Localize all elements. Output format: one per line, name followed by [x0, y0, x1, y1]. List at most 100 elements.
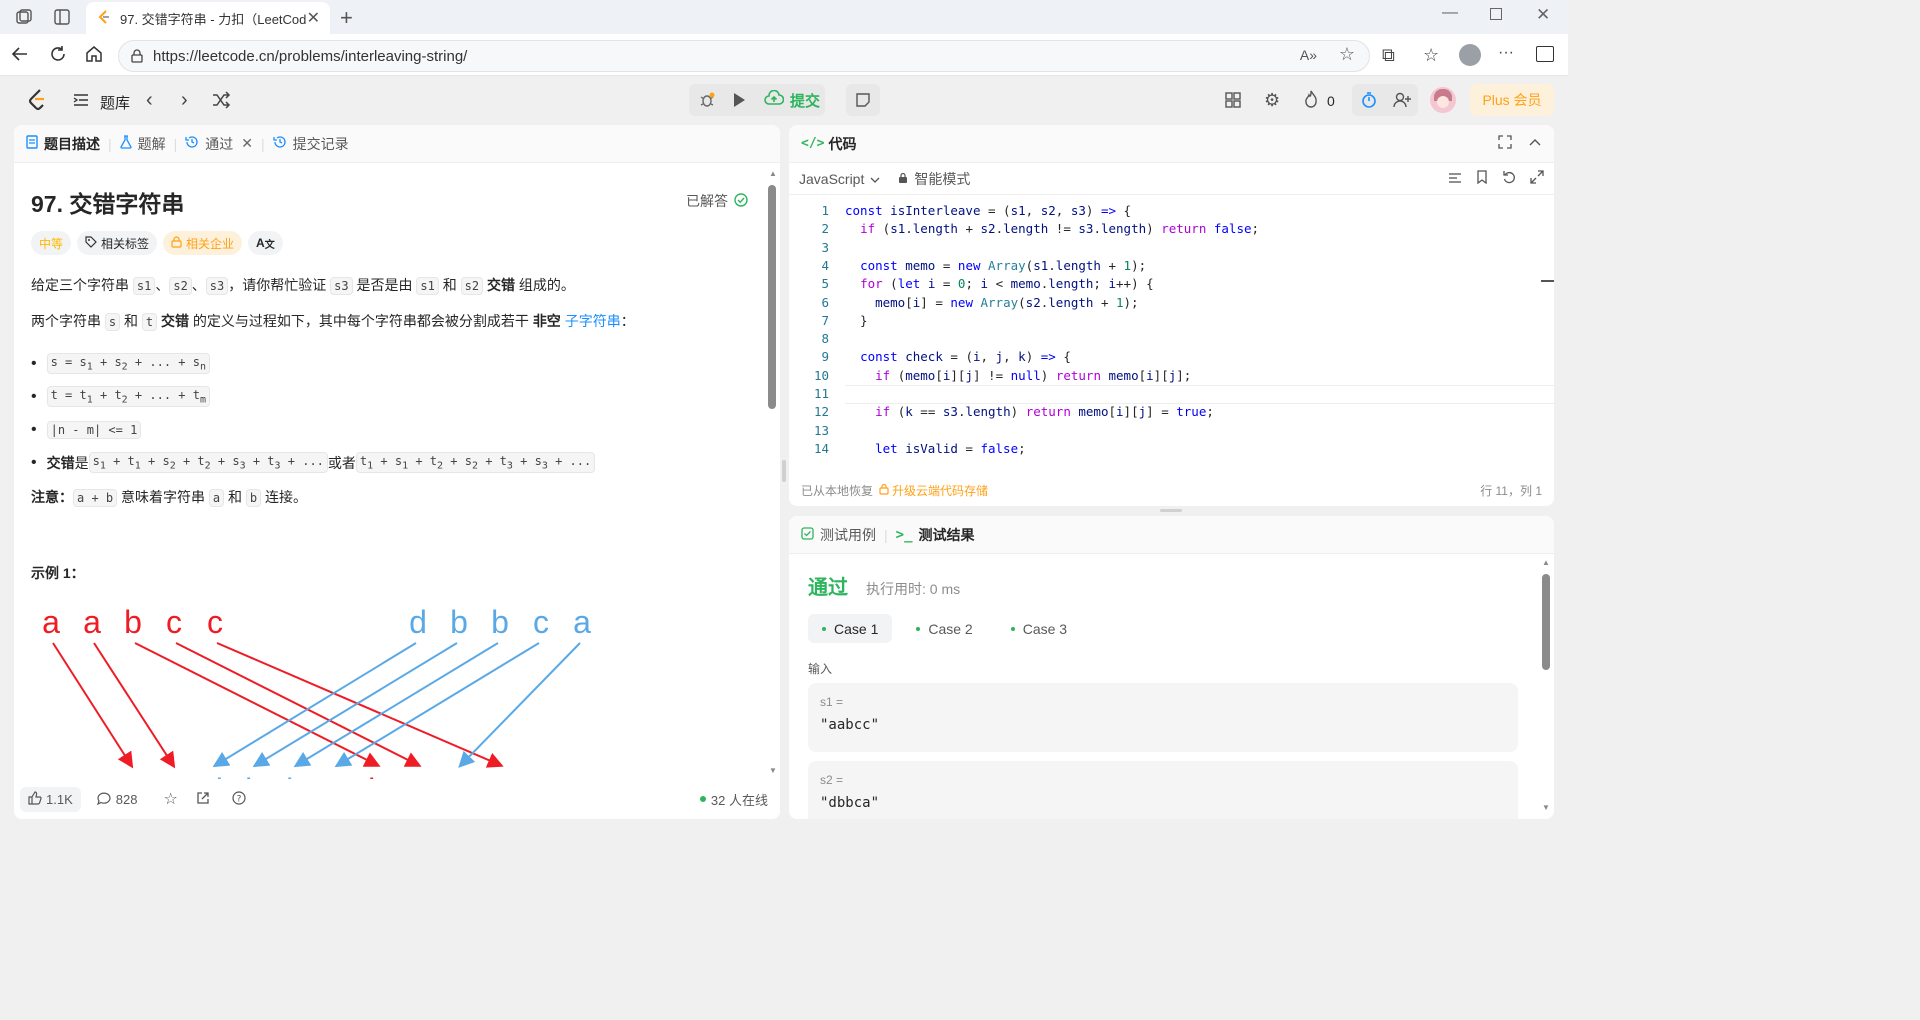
- sidebar-toggle-icon[interactable]: [1536, 46, 1554, 62]
- browser-tab[interactable]: 97. 交错字符串 - 力扣（LeetCode ✕: [86, 2, 330, 34]
- note-icon[interactable]: [846, 84, 880, 116]
- debug-icon[interactable]: [692, 86, 722, 114]
- code-line[interactable]: 6 memo[i] = new Array(s2.length + 1);: [789, 294, 1138, 312]
- fullscreen-icon[interactable]: [1498, 135, 1512, 152]
- comments-button[interactable]: 828: [96, 791, 137, 808]
- new-tab-icon[interactable]: +: [340, 5, 353, 31]
- upgrade-storage-link[interactable]: 升级云端代码存储: [879, 482, 988, 499]
- leetcode-logo-icon[interactable]: [26, 88, 48, 115]
- close-tab-icon[interactable]: ✕: [307, 8, 320, 28]
- collapse-icon[interactable]: [1528, 135, 1542, 152]
- code-line[interactable]: 9 const check = (i, j, k) => {: [789, 348, 1070, 366]
- code-tab[interactable]: </> 代码: [801, 134, 856, 154]
- scroll-down-icon[interactable]: ▼: [769, 766, 777, 775]
- favorites-icon[interactable]: ☆: [1423, 45, 1439, 66]
- workspaces-icon[interactable]: [14, 7, 36, 27]
- profile-avatar[interactable]: [1459, 44, 1481, 66]
- code-line[interactable]: 1 const isInterleave = (s1, s2, s3) => {: [789, 202, 1131, 220]
- plus-membership-button[interactable]: Plus 会员: [1470, 84, 1554, 116]
- mode-select[interactable]: 智能模式: [898, 169, 970, 189]
- problem-panel: 题目描述 | 题解 | 通过 ✕ | 提交记录 97. 交错字符串 已解答 中等…: [14, 125, 780, 819]
- star-icon[interactable]: ☆: [163, 789, 177, 809]
- next-problem-icon[interactable]: ›: [181, 89, 188, 112]
- add-friend-icon[interactable]: [1389, 87, 1415, 113]
- scroll-up-icon[interactable]: ▲: [1542, 558, 1550, 567]
- horizontal-splitter-handle[interactable]: [1160, 509, 1182, 512]
- code-line[interactable]: 11: [789, 385, 845, 403]
- problem-list-icon[interactable]: [72, 91, 90, 112]
- close-window-icon[interactable]: ✕: [1536, 5, 1550, 25]
- code-line[interactable]: 10 if (memo[i][j] != null) return memo[i…: [789, 367, 1191, 385]
- left-tab-bar: 题目描述 | 题解 | 通过 ✕ | 提交记录: [14, 125, 780, 163]
- related-companies-button[interactable]: 相关企业: [163, 231, 243, 255]
- help-icon[interactable]: ?: [232, 790, 246, 808]
- share-icon[interactable]: [196, 791, 210, 808]
- tab-accepted[interactable]: 通过 ✕: [185, 134, 253, 154]
- left-scrollbar[interactable]: ▲ ▼: [766, 169, 778, 775]
- settings-gear-icon[interactable]: ⚙: [1264, 90, 1280, 111]
- back-icon[interactable]: [10, 44, 30, 67]
- related-tags-button[interactable]: 相关标签: [77, 231, 158, 255]
- like-button[interactable]: 1.1K: [20, 786, 81, 812]
- expand-icon[interactable]: [1530, 170, 1544, 187]
- tab-actions-icon[interactable]: [52, 7, 74, 27]
- case-tab-3[interactable]: Case 3: [997, 614, 1081, 643]
- tab-submissions[interactable]: 提交记录: [273, 134, 349, 154]
- tab-solutions[interactable]: 题解: [119, 134, 166, 154]
- extensions-icon[interactable]: ⧉: [1382, 45, 1395, 66]
- code-line[interactable]: 14 let isValid = false;: [789, 440, 1026, 458]
- tab-testcases[interactable]: 测试用例: [801, 525, 876, 545]
- scroll-down-icon[interactable]: ▼: [1542, 803, 1550, 812]
- case-tab-1[interactable]: Case 1: [808, 614, 893, 643]
- code-line[interactable]: 4 const memo = new Array(s1.length + 1);: [789, 257, 1146, 275]
- code-line[interactable]: 12 if (k == s3.length) return memo[i][j]…: [789, 403, 1214, 421]
- user-avatar[interactable]: [1430, 87, 1456, 113]
- tab-description-label: 题目描述: [44, 135, 100, 152]
- address-bar[interactable]: https://leetcode.cn/problems/interleavin…: [118, 40, 1370, 72]
- tab-results[interactable]: >_ 测试结果: [896, 525, 975, 545]
- minimize-icon[interactable]: —: [1442, 4, 1458, 22]
- fire-count: 0: [1327, 92, 1335, 109]
- favorite-star-icon[interactable]: ☆: [1339, 44, 1355, 65]
- case-tab-2[interactable]: Case 2: [902, 614, 986, 643]
- substring-link[interactable]: 子字符串: [565, 313, 621, 329]
- more-icon[interactable]: ···: [1498, 44, 1514, 62]
- problem-bank-link[interactable]: 题库: [100, 92, 130, 113]
- timer-icon[interactable]: [1356, 87, 1382, 113]
- lock-icon[interactable]: [129, 48, 145, 68]
- prev-problem-icon[interactable]: ‹: [146, 89, 153, 112]
- vertical-splitter-handle[interactable]: [782, 460, 786, 482]
- streak-counter[interactable]: 0: [1303, 90, 1335, 111]
- read-aloud-icon[interactable]: A»: [1300, 47, 1317, 63]
- tab-description[interactable]: 题目描述: [26, 134, 100, 154]
- scroll-up-icon[interactable]: ▲: [769, 169, 777, 178]
- reset-icon[interactable]: [1502, 170, 1516, 187]
- language-select[interactable]: JavaScript: [799, 171, 880, 187]
- text: 连接。: [261, 489, 308, 505]
- code-line[interactable]: 7 }: [789, 312, 867, 330]
- code-line[interactable]: 2 if (s1.length + s2.length != s3.length…: [789, 220, 1259, 238]
- random-problem-icon[interactable]: [211, 91, 231, 112]
- translate-icon[interactable]: A文: [248, 231, 283, 255]
- scroll-thumb[interactable]: [1542, 574, 1550, 670]
- home-icon[interactable]: [84, 44, 104, 67]
- line-number: 14: [813, 440, 829, 456]
- code-line[interactable]: 5 for (let i = 0; i < memo.length; i++) …: [789, 275, 1153, 293]
- code-line[interactable]: 3: [789, 239, 845, 257]
- refresh-icon[interactable]: [48, 44, 68, 67]
- result-scrollbar[interactable]: ▲ ▼: [1540, 558, 1552, 816]
- run-icon[interactable]: [726, 86, 752, 114]
- bookmark-icon[interactable]: [1476, 170, 1488, 187]
- code-editor[interactable]: 1 const isInterleave = (s1, s2, s3) => {2…: [789, 202, 1554, 462]
- submit-button[interactable]: 提交: [758, 85, 826, 115]
- editor-overview-ruler-mark: [1541, 280, 1554, 282]
- close-tab-accepted-icon[interactable]: ✕: [241, 135, 253, 152]
- layout-icon[interactable]: [1224, 91, 1242, 112]
- input-s2-box: s2 = "dbbca": [808, 761, 1518, 819]
- maximize-icon[interactable]: [1490, 8, 1502, 20]
- code-line[interactable]: 8: [789, 330, 845, 348]
- scroll-thumb[interactable]: [768, 185, 776, 409]
- line-number: 4: [821, 257, 829, 273]
- format-icon[interactable]: [1448, 171, 1462, 187]
- code-line[interactable]: 13: [789, 422, 845, 440]
